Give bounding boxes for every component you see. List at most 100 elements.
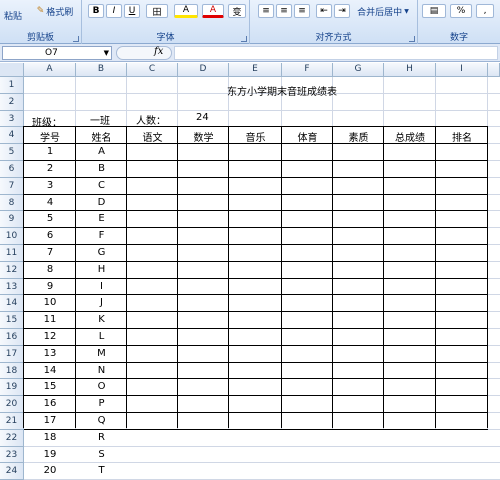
row-header-10[interactable]: 10 — [0, 228, 24, 245]
column-header-H[interactable]: H — [384, 63, 436, 77]
row-header-7[interactable]: 7 — [0, 177, 24, 195]
row-header-8[interactable]: 8 — [0, 194, 24, 212]
row-header-22[interactable]: 22 — [0, 429, 24, 447]
table-header-cell[interactable]: 体育 — [282, 129, 333, 144]
row-header-5[interactable]: 5 — [0, 144, 24, 161]
column-header-F[interactable]: F — [282, 63, 333, 77]
student-id-cell[interactable]: 17 — [24, 415, 76, 426]
insert-function-icon[interactable]: fx — [154, 46, 163, 57]
row-header-18[interactable]: 18 — [0, 362, 24, 380]
column-header-E[interactable]: E — [229, 63, 282, 77]
row-header-9[interactable]: 9 — [0, 211, 24, 229]
row-header-16[interactable]: 16 — [0, 329, 24, 346]
font-color-button[interactable]: A — [202, 4, 224, 18]
student-id-cell[interactable]: 12 — [24, 331, 76, 342]
row-header-6[interactable]: 6 — [0, 161, 24, 178]
formula-input[interactable] — [174, 46, 498, 60]
student-id-cell[interactable]: 10 — [24, 297, 76, 308]
column-header-D[interactable]: D — [178, 63, 229, 77]
row-header-24[interactable]: 24 — [0, 463, 24, 480]
student-id-cell[interactable]: 11 — [24, 314, 76, 325]
student-id-cell[interactable]: 14 — [24, 365, 76, 376]
row-header-2[interactable]: 2 — [0, 93, 24, 111]
student-name-cell[interactable]: A — [76, 146, 127, 157]
format-painter-button[interactable]: ✎ 格式刷 — [30, 4, 80, 18]
count-value[interactable]: 24 — [196, 112, 209, 123]
student-id-cell[interactable]: 13 — [24, 348, 76, 359]
student-name-cell[interactable]: L — [76, 331, 127, 342]
student-name-cell[interactable]: D — [76, 197, 127, 208]
student-id-cell[interactable]: 16 — [24, 398, 76, 409]
table-header-cell[interactable]: 姓名 — [76, 129, 127, 144]
student-id-cell[interactable]: 15 — [24, 381, 76, 392]
underline-button[interactable]: U — [124, 4, 140, 18]
sheet-title[interactable]: 东方小学期末音班成绩表 — [178, 83, 386, 98]
row-header-3[interactable]: 3 — [0, 110, 24, 128]
column-header-B[interactable]: B — [76, 63, 127, 77]
italic-button[interactable]: I — [106, 4, 122, 18]
font-launcher-icon[interactable] — [241, 36, 247, 42]
row-header-23[interactable]: 23 — [0, 446, 24, 464]
row-header-14[interactable]: 14 — [0, 295, 24, 313]
row-header-19[interactable]: 19 — [0, 379, 24, 397]
student-name-cell[interactable]: Q — [76, 415, 127, 426]
align-left-icon[interactable]: ≡ — [258, 4, 274, 18]
increase-indent-icon[interactable]: ⇥ — [334, 4, 350, 18]
fill-color-button[interactable]: A — [174, 4, 198, 18]
name-box[interactable]: O7 ▼ — [2, 46, 112, 60]
column-header-C[interactable]: C — [127, 63, 178, 77]
column-header-G[interactable]: G — [333, 63, 384, 77]
row-header-13[interactable]: 13 — [0, 278, 24, 296]
table-header-cell[interactable]: 排名 — [436, 129, 488, 144]
border-button[interactable]: 田 — [146, 4, 168, 18]
phonetic-button[interactable]: 变 — [228, 4, 246, 18]
merge-center-button[interactable]: 合并后居中 ▼ — [352, 4, 414, 18]
accounting-format-icon[interactable]: ▤ — [422, 4, 446, 18]
row-header-12[interactable]: 12 — [0, 261, 24, 279]
chevron-down-icon[interactable]: ▼ — [104, 47, 109, 59]
formula-toolbar[interactable] — [116, 46, 172, 60]
student-name-cell[interactable]: T — [76, 465, 127, 476]
row-header-1[interactable]: 1 — [0, 77, 24, 94]
student-id-cell[interactable]: 9 — [24, 281, 76, 292]
table-header-cell[interactable]: 数学 — [178, 129, 229, 144]
column-header-A[interactable]: A — [24, 63, 76, 77]
row-header-21[interactable]: 21 — [0, 413, 24, 430]
table-header-cell[interactable]: 音乐 — [229, 129, 282, 144]
student-id-cell[interactable]: 8 — [24, 264, 76, 275]
row-header-11[interactable]: 11 — [0, 245, 24, 262]
student-id-cell[interactable]: 1 — [24, 146, 76, 157]
column-header-I[interactable]: I — [436, 63, 488, 77]
student-name-cell[interactable]: I — [76, 281, 127, 292]
student-name-cell[interactable]: R — [76, 432, 127, 443]
student-name-cell[interactable]: J — [76, 297, 127, 308]
decrease-indent-icon[interactable]: ⇤ — [316, 4, 332, 18]
class-value[interactable]: 一班 — [90, 112, 110, 127]
student-name-cell[interactable]: S — [76, 449, 127, 460]
student-id-cell[interactable]: 19 — [24, 449, 76, 460]
table-header-cell[interactable]: 总成绩 — [384, 129, 436, 144]
align-right-icon[interactable]: ≡ — [294, 4, 310, 18]
student-id-cell[interactable]: 6 — [24, 230, 76, 241]
student-id-cell[interactable]: 7 — [24, 247, 76, 258]
student-name-cell[interactable]: G — [76, 247, 127, 258]
student-name-cell[interactable]: N — [76, 365, 127, 376]
student-name-cell[interactable]: C — [76, 180, 127, 191]
student-id-cell[interactable]: 18 — [24, 432, 76, 443]
student-id-cell[interactable]: 5 — [24, 213, 76, 224]
student-name-cell[interactable]: H — [76, 264, 127, 275]
student-id-cell[interactable]: 3 — [24, 180, 76, 191]
clipboard-launcher-icon[interactable] — [73, 36, 79, 42]
student-name-cell[interactable]: K — [76, 314, 127, 325]
student-id-cell[interactable]: 4 — [24, 197, 76, 208]
student-name-cell[interactable]: F — [76, 230, 127, 241]
student-name-cell[interactable]: B — [76, 163, 127, 174]
comma-button[interactable]: , — [476, 4, 494, 18]
student-name-cell[interactable]: M — [76, 348, 127, 359]
row-header-4[interactable]: 4 — [0, 127, 24, 145]
align-center-icon[interactable]: ≡ — [276, 4, 292, 18]
student-id-cell[interactable]: 20 — [24, 465, 76, 476]
student-name-cell[interactable]: P — [76, 398, 127, 409]
table-header-cell[interactable]: 语文 — [127, 129, 178, 144]
bold-button[interactable]: B — [88, 4, 104, 18]
